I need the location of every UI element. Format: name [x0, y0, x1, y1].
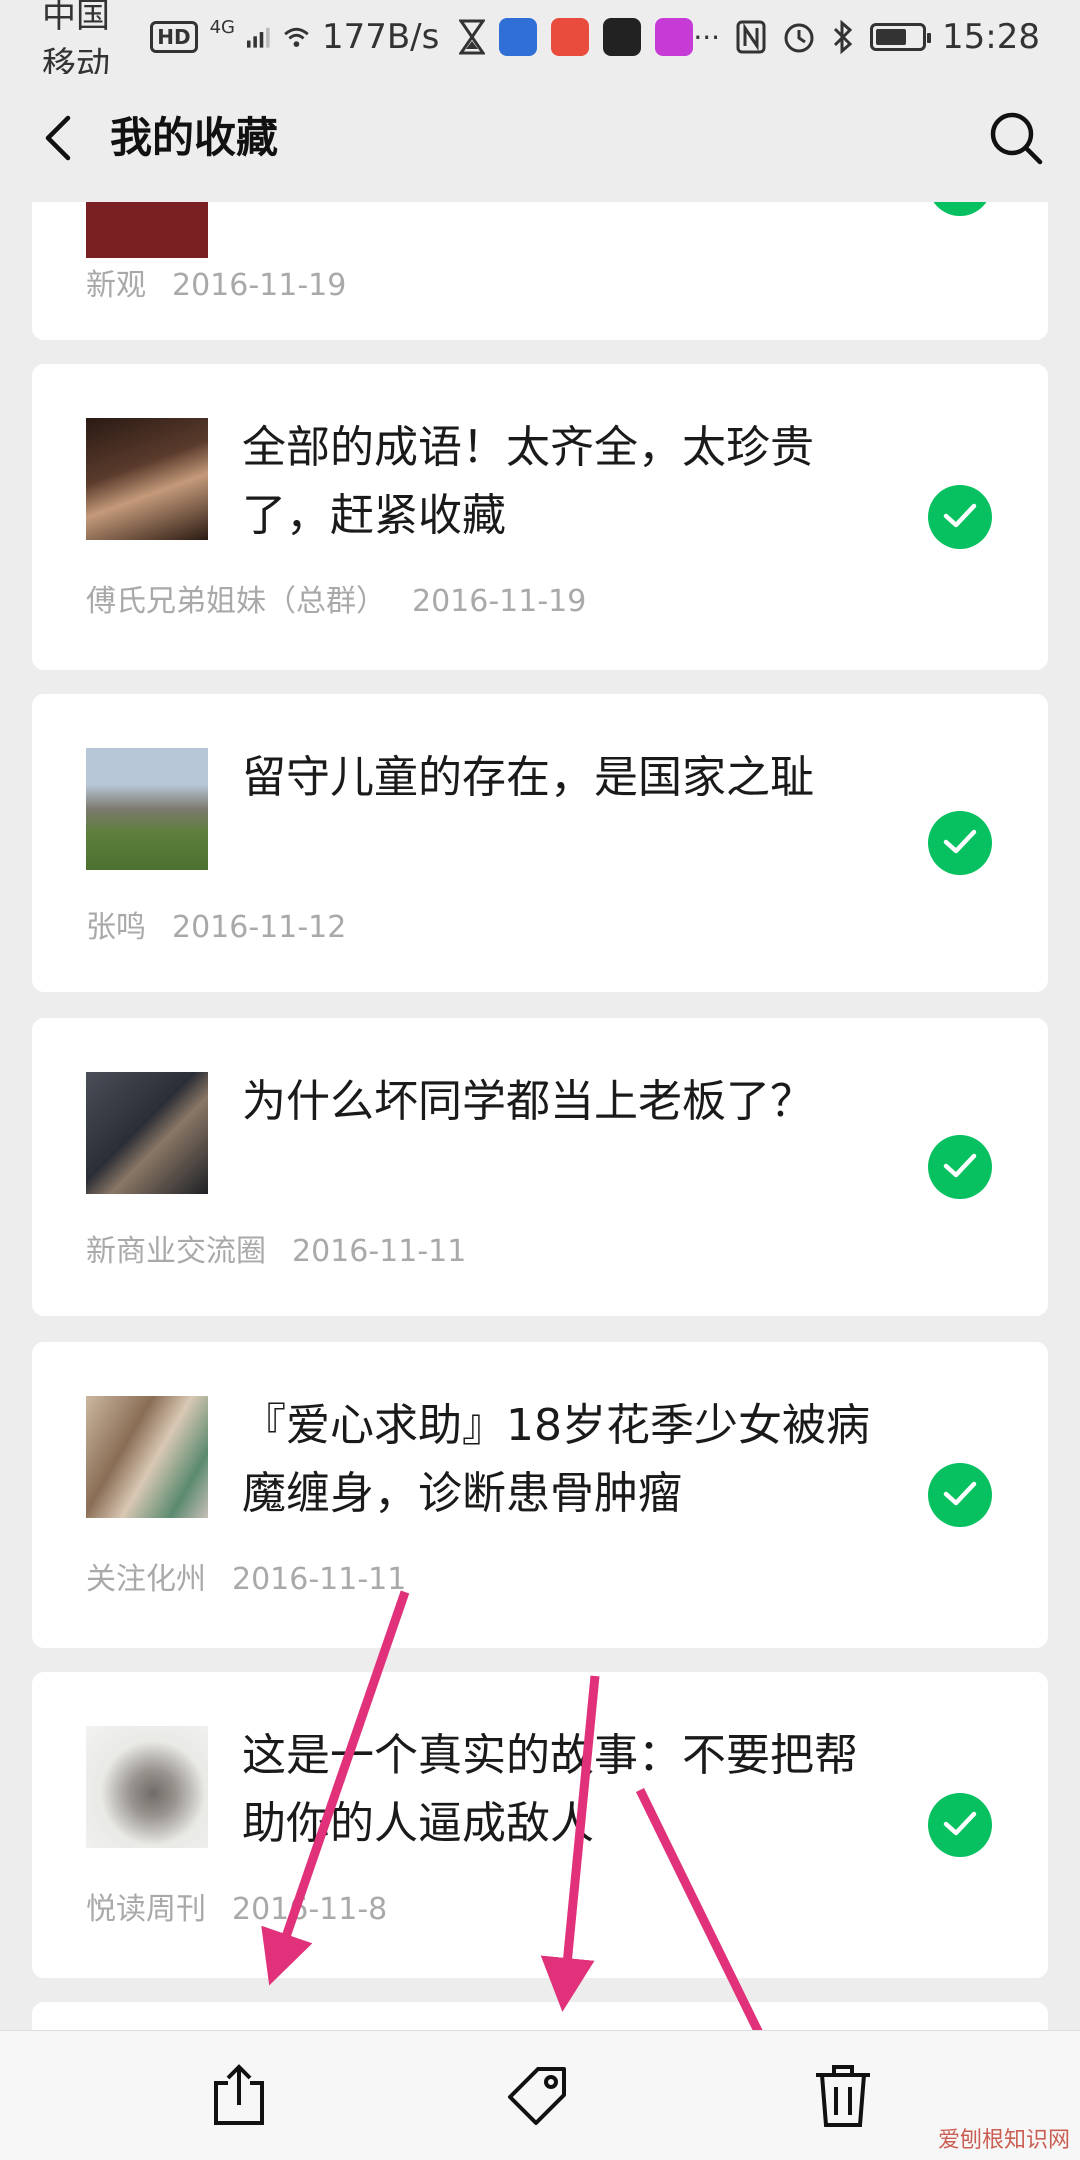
thumbnail	[86, 1072, 208, 1194]
hd-badge: HD	[150, 21, 198, 53]
selected-check-icon[interactable]	[928, 1793, 992, 1857]
item-title: 全部的成语！太齐全，太珍贵了，赶紧收藏	[242, 422, 814, 541]
item-source: 悦读周刊	[86, 1892, 206, 1927]
list-item[interactable]: 留守儿童的存在，是国家之耻 张鸣 2016-11-12	[32, 694, 1048, 992]
selected-check-icon[interactable]	[928, 1463, 992, 1527]
page-title: 我的收藏	[110, 113, 279, 162]
nfc-icon	[736, 20, 766, 54]
hourglass-icon	[459, 19, 486, 55]
trash-icon[interactable]	[808, 2061, 878, 2131]
network-speed: 177B/s	[321, 17, 440, 57]
video-app-icon	[603, 18, 642, 56]
selected-check-icon[interactable]	[928, 1135, 992, 1199]
list-item[interactable]: 为什么坏同学都当上老板了？ 新商业交流圈 2016-11-11	[32, 1018, 1048, 1316]
item-meta: 新观 2016-11-19	[86, 260, 346, 304]
item-date: 2016-11-19	[412, 584, 587, 619]
status-bar: 中国移动 HD 4G 177B/s ··· 15:28	[0, 0, 1080, 85]
tag-icon[interactable]	[504, 2061, 574, 2131]
network-type: 4G	[209, 16, 235, 38]
item-source: 关注化州	[86, 1562, 206, 1597]
item-meta: 张鸣 2016-11-12	[86, 902, 346, 946]
alarm-icon	[784, 23, 814, 53]
more-dots: ···	[693, 20, 721, 54]
app-icon	[551, 18, 590, 56]
selected-check-icon[interactable]	[928, 202, 992, 216]
item-title: 这是一个真实的故事：不要把帮助你的人逼成敌人	[242, 1730, 858, 1849]
item-title: 为什么坏同学都当上老板了？	[242, 1076, 814, 1127]
bluetooth-icon	[833, 20, 853, 54]
item-source: 傅氏兄弟姐妹（总群）	[86, 584, 386, 619]
thumbnail	[86, 1726, 208, 1848]
wifi-icon	[284, 27, 309, 47]
app-icon-2	[655, 18, 694, 56]
list-item[interactable]: 全部的成语！太齐全，太珍贵了，赶紧收藏 傅氏兄弟姐妹（总群） 2016-11-19	[32, 364, 1048, 670]
item-meta: 新商业交流圈 2016-11-11	[86, 1226, 466, 1270]
signal-icon	[246, 27, 270, 48]
favorites-list: 新观 2016-11-19 全部的成语！太齐全，太珍贵了，赶紧收藏 傅氏兄弟姐妹（…	[0, 202, 1080, 2030]
share-icon[interactable]	[204, 2061, 274, 2131]
clock: 15:28	[942, 17, 1040, 57]
item-date: 2016-11-11	[232, 1562, 407, 1597]
selected-check-icon[interactable]	[928, 811, 992, 875]
item-meta: 悦读周刊 2016-11-8	[86, 1884, 387, 1928]
item-date: 2016-11-12	[172, 910, 347, 945]
item-source: 张鸣	[86, 910, 146, 945]
item-source: 新观	[86, 268, 146, 303]
list-item[interactable]: 『爱心求助』18岁花季少女被病魔缠身，诊断患骨肿瘤 关注化州 2016-11-11	[32, 1342, 1048, 1648]
list-item[interactable]: 这是一个真实的故事：不要把帮助你的人逼成敌人 悦读周刊 2016-11-8	[32, 1672, 1048, 1978]
item-date: 2016-11-19	[172, 268, 347, 303]
baidu-icon	[499, 18, 538, 56]
battery-icon	[870, 23, 932, 51]
nav-bar: 我的收藏	[0, 74, 1080, 202]
list-item[interactable]	[32, 2002, 1048, 2030]
thumbnail	[86, 202, 208, 258]
item-date: 2016-11-11	[292, 1234, 467, 1269]
item-source: 新商业交流圈	[86, 1234, 266, 1269]
search-icon[interactable]	[988, 110, 1044, 166]
thumbnail	[86, 748, 208, 870]
thumbnail	[86, 418, 208, 540]
watermark: 爱刨根知识网	[937, 2128, 1070, 2153]
item-title: 『爱心求助』18岁花季少女被病魔缠身，诊断患骨肿瘤	[242, 1400, 870, 1519]
list-item[interactable]: 新观 2016-11-19	[32, 202, 1048, 340]
item-date: 2016-11-8	[232, 1892, 388, 1927]
item-meta: 傅氏兄弟姐妹（总群） 2016-11-19	[86, 576, 586, 620]
item-title: 留守儿童的存在，是国家之耻	[242, 752, 814, 803]
bottom-action-bar: 爱刨根知识网	[0, 2030, 1080, 2160]
thumbnail	[86, 1396, 208, 1518]
back-icon[interactable]	[34, 112, 86, 164]
selected-check-icon[interactable]	[928, 485, 992, 549]
item-meta: 关注化州 2016-11-11	[86, 1554, 406, 1598]
